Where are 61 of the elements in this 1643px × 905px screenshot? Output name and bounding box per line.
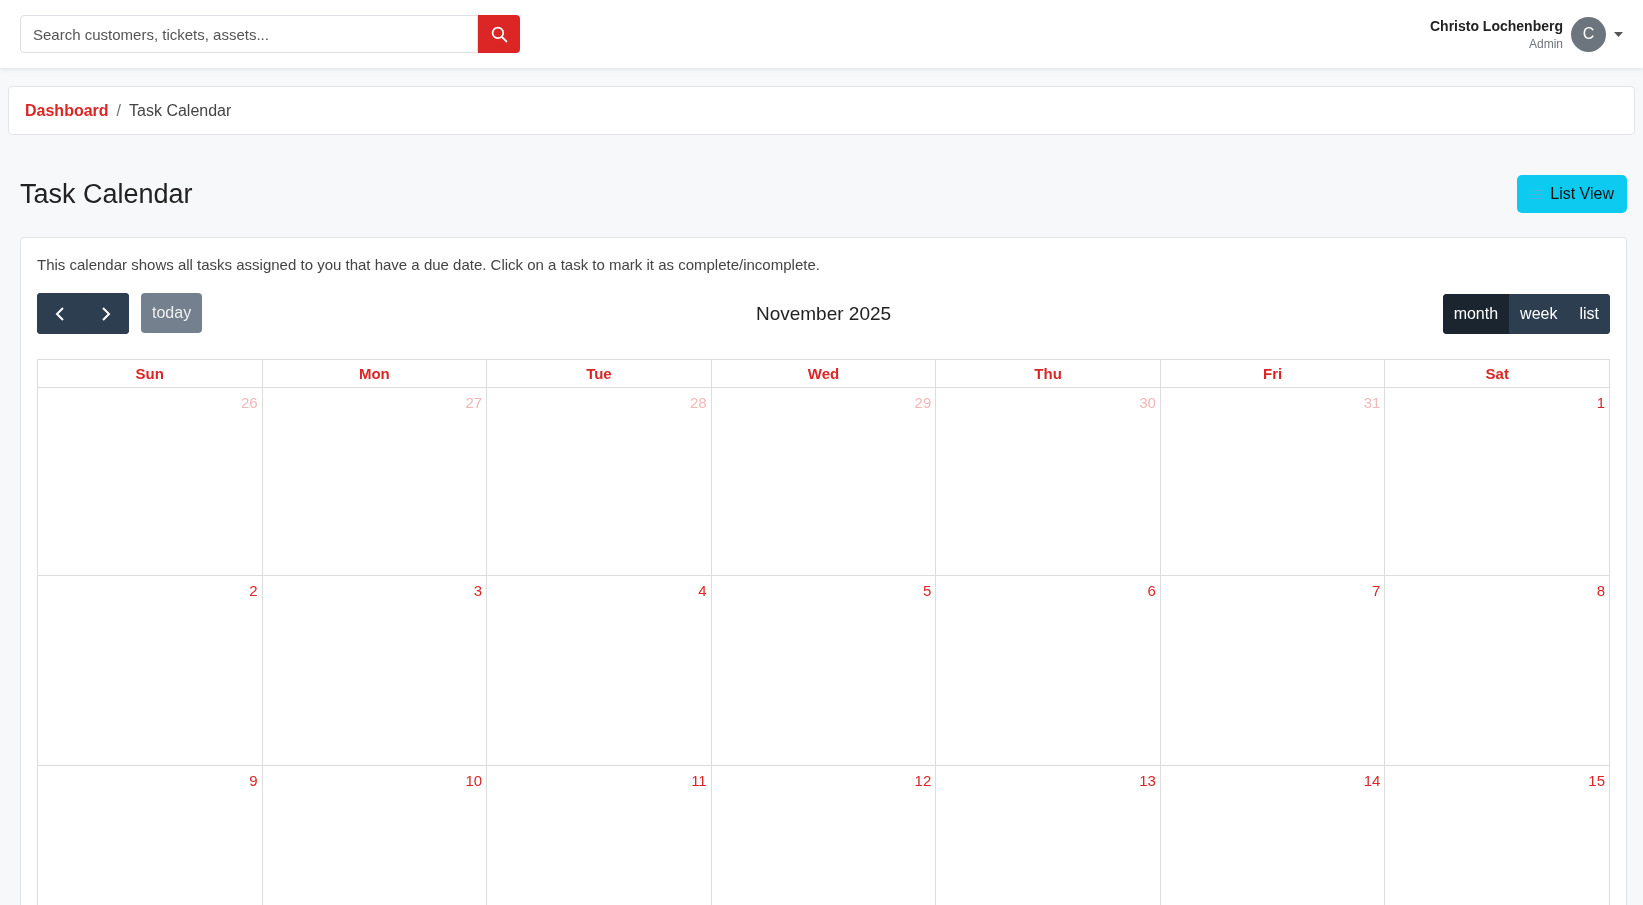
view-tab[interactable]: month <box>1442 293 1510 334</box>
weekday-header: Mon <box>262 360 488 388</box>
day-number: 12 <box>914 772 932 789</box>
calendar-description: This calendar shows all tasks assigned to you that have a due date. Click on a task to mark it as complete/incomplete. <box>37 256 821 273</box>
breadcrumb-link[interactable]: Dashboard <box>25 101 109 120</box>
day-number: 10 <box>465 772 483 789</box>
day-cell[interactable]: 13 <box>936 766 1161 905</box>
calendar-title: November 2025 <box>755 302 892 325</box>
day-cell[interactable]: 7 <box>1160 576 1386 766</box>
day-number: 26 <box>240 394 258 411</box>
day-number: 4 <box>698 582 707 599</box>
user-role: Admin <box>1529 36 1563 51</box>
day-number: 8 <box>1596 582 1605 599</box>
day-number: 7 <box>1372 582 1381 599</box>
search-button[interactable] <box>478 15 520 53</box>
day-cell[interactable]: 10 <box>262 766 488 905</box>
day-number: 2 <box>249 582 258 599</box>
day-number: 6 <box>1147 582 1156 599</box>
list-icon <box>1530 188 1545 200</box>
chevron-right-icon <box>101 306 111 321</box>
breadcrumb-current: Task Calendar <box>129 101 232 120</box>
weekday-header: Wed <box>711 360 937 388</box>
day-cell[interactable]: 2 <box>38 576 263 766</box>
page-title: Task Calendar <box>20 178 193 210</box>
user-avatar[interactable]: C <box>1571 16 1606 52</box>
day-number: 29 <box>914 394 932 411</box>
day-number: 28 <box>690 394 707 411</box>
day-cell[interactable]: 9 <box>38 766 263 905</box>
weekday-header: Fri <box>1160 360 1386 388</box>
day-number: 11 <box>691 772 707 789</box>
day-number: 1 <box>1596 394 1605 411</box>
day-number: 9 <box>249 772 258 789</box>
day-cell[interactable]: 12 <box>711 766 937 905</box>
chevron-left-icon <box>55 306 65 321</box>
day-number: 27 <box>465 394 483 411</box>
day-number: 5 <box>922 582 932 599</box>
weekday-header: Tue <box>487 360 712 388</box>
day-cell[interactable]: 14 <box>1160 766 1386 905</box>
day-number: 13 <box>1139 772 1156 789</box>
day-cell[interactable]: 4 <box>487 576 712 766</box>
list-view-button[interactable]: List View <box>1517 175 1627 213</box>
caret-icon[interactable] <box>1614 31 1623 37</box>
day-cell[interactable]: 15 <box>1385 766 1610 905</box>
weekday-header: Thu <box>936 360 1161 388</box>
day-number: 3 <box>473 582 483 599</box>
day-cell[interactable]: 6 <box>936 576 1161 766</box>
day-number: 31 <box>1363 394 1381 411</box>
weekday-header: Sun <box>38 360 263 388</box>
search-field[interactable]: Search customers, tickets, assets... <box>20 15 478 53</box>
breadcrumb-separator: / <box>116 101 122 120</box>
day-number: 14 <box>1363 772 1381 789</box>
weekday-header: Sat <box>1385 360 1610 388</box>
day-number: 15 <box>1588 772 1605 789</box>
search-icon <box>490 25 508 43</box>
day-cell[interactable]: 1 <box>1385 388 1610 576</box>
day-cell[interactable]: 8 <box>1385 576 1610 766</box>
day-number: 30 <box>1139 394 1156 411</box>
day-cell[interactable]: 5 <box>711 576 937 766</box>
day-cell[interactable]: 11 <box>487 766 712 905</box>
user-name: Christo Lochenberg <box>1430 17 1563 34</box>
day-cell[interactable]: 3 <box>262 576 488 766</box>
